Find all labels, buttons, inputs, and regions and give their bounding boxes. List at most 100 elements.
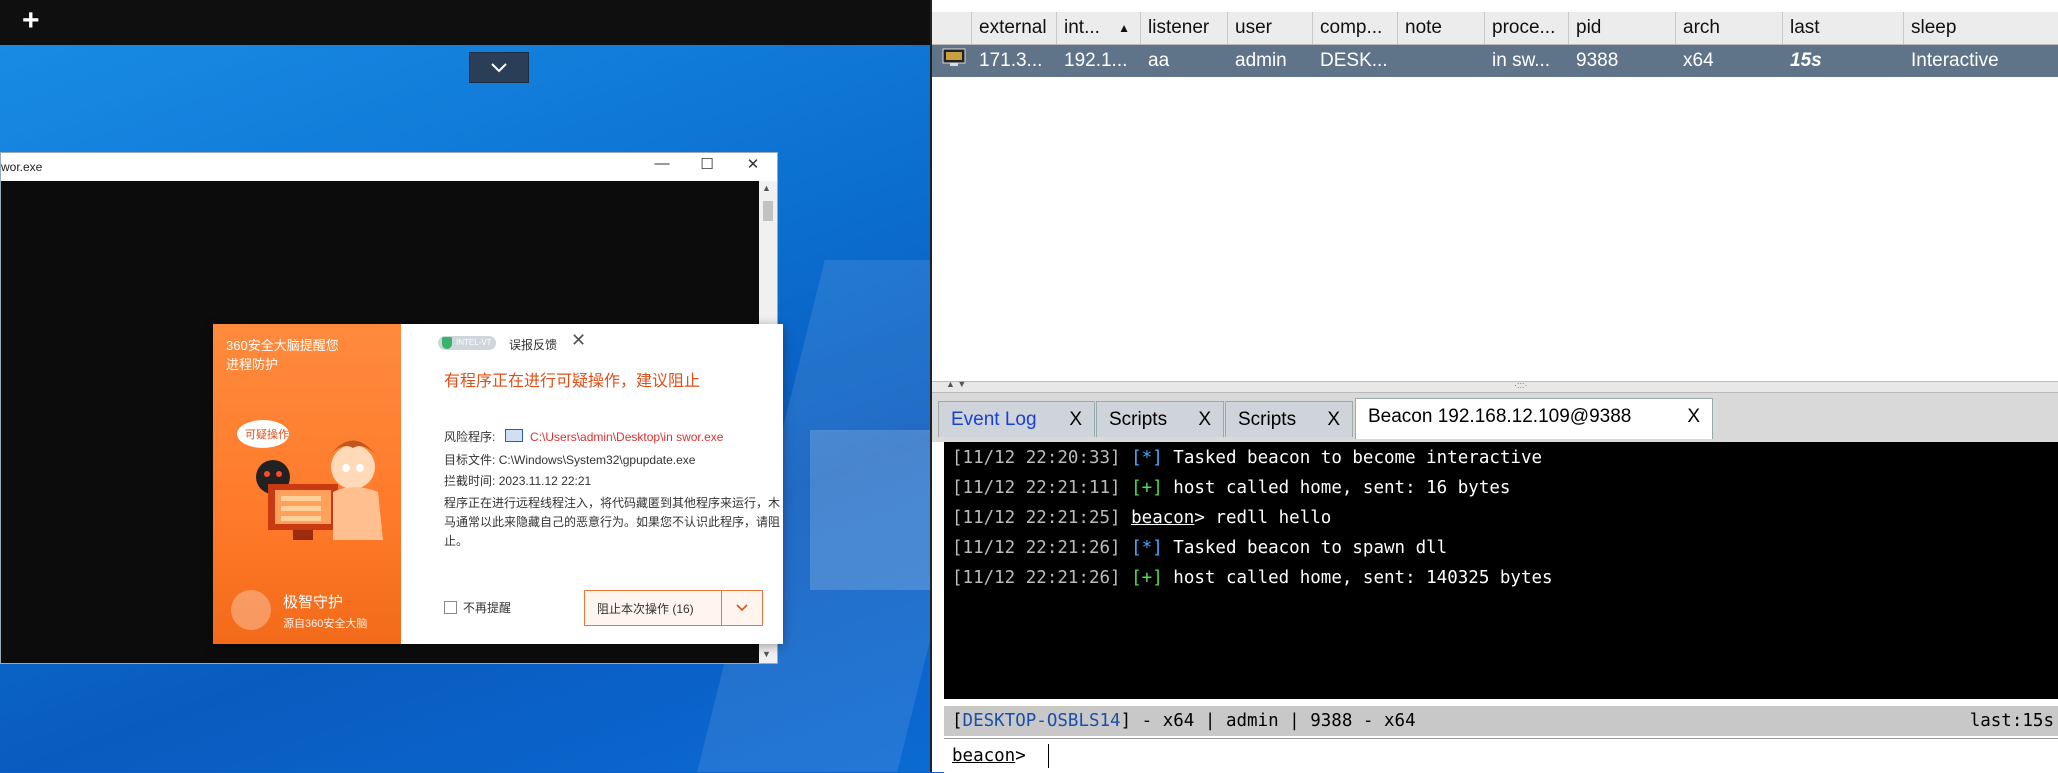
stamp-text: 可疑操作 [245, 427, 289, 441]
add-icon[interactable]: + [22, 6, 40, 36]
console-line: [11/12 22:21:11] [+] host called home, s… [952, 478, 1511, 498]
hacker-illustration-icon: 可疑操作 [237, 420, 383, 540]
cobalt-strike-client: external int... ▲ listener user comp... … [930, 0, 2058, 773]
console-line: [11/12 22:20:33] [*] Tasked beacon to be… [952, 448, 1543, 468]
tab-bar: Event Log X Scripts X Scripts X Beacon 1… [932, 393, 2058, 442]
console-line: [11/12 22:21:26] [+] host called home, s… [952, 568, 1553, 588]
beacon-status-bar: [DESKTOP-OSBLS14] - x64 | admin | 9388 -… [944, 706, 2058, 736]
security-alert-popup: 360安全大脑提醒您 进程防护 可疑操作 极智守护 源自360安全大脑 INTE… [213, 324, 783, 644]
remote-toolbar: + [0, 0, 930, 45]
tab-beacon[interactable]: Beacon 192.168.12.109@9388 X [1355, 398, 1713, 439]
status-last: last:15s [1969, 711, 2054, 731]
cell-internal: 192.1... [1064, 50, 1128, 71]
splitter-grip-icon[interactable]: ·:::· [1514, 380, 1528, 390]
console-titlebar[interactable]: wor.exe — ☐ ✕ [1, 153, 777, 181]
footer-subtitle: 源自360安全大脑 [283, 618, 368, 630]
splitter-arrows-icon[interactable]: ▲ ▼ [946, 379, 966, 389]
tab-beacon-label: Beacon 192.168.12.109@9388 [1368, 406, 1632, 427]
risk-label: 风险程序: [444, 430, 496, 444]
col-arch[interactable]: arch [1676, 12, 1783, 44]
cell-last: 15s [1790, 50, 1822, 71]
col-listener[interactable]: listener [1141, 12, 1228, 44]
no-remind-checkbox[interactable]: 不再提醒 [444, 599, 511, 616]
chevron-down-icon[interactable] [469, 52, 529, 83]
scroll-down-icon[interactable]: ▼ [762, 649, 771, 659]
risk-value: C:\Users\admin\Desktop\in swor.exe [530, 430, 724, 444]
text-cursor [1048, 744, 1050, 768]
cell-pid: 9388 [1576, 50, 1619, 71]
tab-scripts-2-label: Scripts [1238, 409, 1297, 430]
prompt-suffix: > [1015, 746, 1026, 766]
col-icon[interactable] [932, 12, 972, 44]
brand-line1: 360安全大脑提醒您 [226, 338, 339, 353]
brand-line2: 进程防护 [226, 357, 279, 372]
block-dropdown-icon[interactable] [721, 591, 762, 625]
scrollbar-thumb[interactable] [763, 201, 773, 221]
tab-scripts-2[interactable]: Scripts X [1225, 401, 1353, 437]
beacon-console[interactable]: [11/12 22:20:33] [*] Tasked beacon to be… [944, 442, 2058, 699]
time-row: 拦截时间: 2023.11.12 22:21 [444, 472, 591, 489]
target-row: 目标文件: C:\Windows\System32\gpupdate.exe [444, 451, 695, 468]
scroll-up-icon[interactable]: ▲ [762, 183, 771, 193]
tab-scripts-1-close[interactable]: X [1198, 402, 1211, 438]
checkbox-box[interactable] [444, 601, 457, 614]
console-title: wor.exe [1, 160, 43, 174]
computer-icon [932, 45, 972, 77]
cell-note [1398, 45, 1485, 77]
col-pid[interactable]: pid [1569, 12, 1676, 44]
cell-arch: x64 [1683, 50, 1714, 71]
block-button-label: 阻止本次操作 (16) [597, 601, 694, 616]
cell-user: admin [1235, 50, 1287, 71]
windows-desktop: + wor.exe — ☐ ✕ ▲ ▼ 360安全大脑提醒您 进程防护 可疑操作 [0, 0, 930, 772]
col-computer[interactable]: comp... [1313, 12, 1398, 44]
popup-headline: 有程序正在进行可疑操作，建议阻止 [444, 373, 701, 390]
program-icon [504, 429, 523, 442]
no-remind-label: 不再提醒 [463, 601, 512, 615]
target-value: C:\Windows\System32\gpupdate.exe [498, 453, 696, 467]
block-button[interactable]: 阻止本次操作 (16) [584, 590, 763, 626]
footer-title: 极智守护 [283, 594, 344, 611]
col-last[interactable]: last [1783, 12, 1904, 44]
risk-row: 风险程序: C:\Users\admin\Desktop\in swor.exe [444, 428, 723, 445]
tab-event-log-label: Event Log [951, 409, 1037, 430]
status-info: ] - x64 | admin | 9388 - x64 [1120, 711, 1416, 731]
tab-scripts-1[interactable]: Scripts X [1096, 401, 1224, 437]
intel-badge: INTEL-VT [438, 336, 496, 350]
close-icon[interactable]: ✕ [741, 155, 765, 173]
target-label: 目标文件: [444, 453, 496, 467]
tab-event-log-close[interactable]: X [1069, 402, 1082, 438]
col-sleep[interactable]: sleep [1904, 12, 2058, 44]
cell-sleep: Interactive [1911, 50, 1999, 71]
time-label: 拦截时间: [444, 474, 496, 488]
cell-computer: DESK... [1320, 50, 1388, 71]
cell-listener: aa [1148, 50, 1170, 71]
command-input[interactable]: beacon> [944, 738, 2058, 773]
cell-process: in sw... [1492, 50, 1551, 71]
minimize-icon[interactable]: — [650, 155, 674, 172]
console-line: [11/12 22:21:26] [*] Tasked beacon to sp… [952, 538, 1448, 558]
popup-description: 程序正在进行远程线程注入，将代码藏匿到其他程序来运行，木马通常以此来隐藏自己的恶… [444, 496, 781, 548]
tab-event-log[interactable]: Event Log X [938, 401, 1095, 437]
status-host: DESKTOP-OSBLS14 [962, 711, 1121, 731]
col-external[interactable]: external [972, 12, 1057, 44]
cell-external: 171.3... [979, 50, 1043, 71]
maximize-icon[interactable]: ☐ [695, 155, 719, 173]
tab-scripts-2-close[interactable]: X [1327, 402, 1340, 438]
wallpaper-pane [810, 430, 930, 590]
col-note[interactable]: note [1398, 12, 1485, 44]
popup-sidebar: 360安全大脑提醒您 进程防护 可疑操作 极智守护 源自360安全大脑 [213, 324, 401, 644]
col-internal-label: int... [1064, 17, 1100, 38]
tab-scripts-1-label: Scripts [1109, 409, 1168, 430]
console-line: [11/12 22:21:25] beacon> redll hello [952, 508, 1332, 528]
pane-splitter[interactable]: ▲ ▼ ·:::· [932, 379, 2058, 393]
feedback-link[interactable]: 误报反馈 [509, 336, 557, 353]
col-internal[interactable]: int... ▲ [1057, 12, 1141, 44]
col-user[interactable]: user [1228, 12, 1313, 44]
sort-asc-icon: ▲ [1118, 21, 1130, 35]
time-value: 2023.11.12 22:21 [498, 474, 592, 488]
beacon-table-header: external int... ▲ listener user comp... … [932, 12, 2058, 45]
popup-close-icon[interactable]: ✕ [571, 330, 586, 351]
tab-beacon-close[interactable]: X [1687, 399, 1700, 435]
col-process[interactable]: proce... [1485, 12, 1569, 44]
table-row[interactable]: 171.3... 192.1... aa admin DESK... in sw… [932, 45, 2058, 77]
